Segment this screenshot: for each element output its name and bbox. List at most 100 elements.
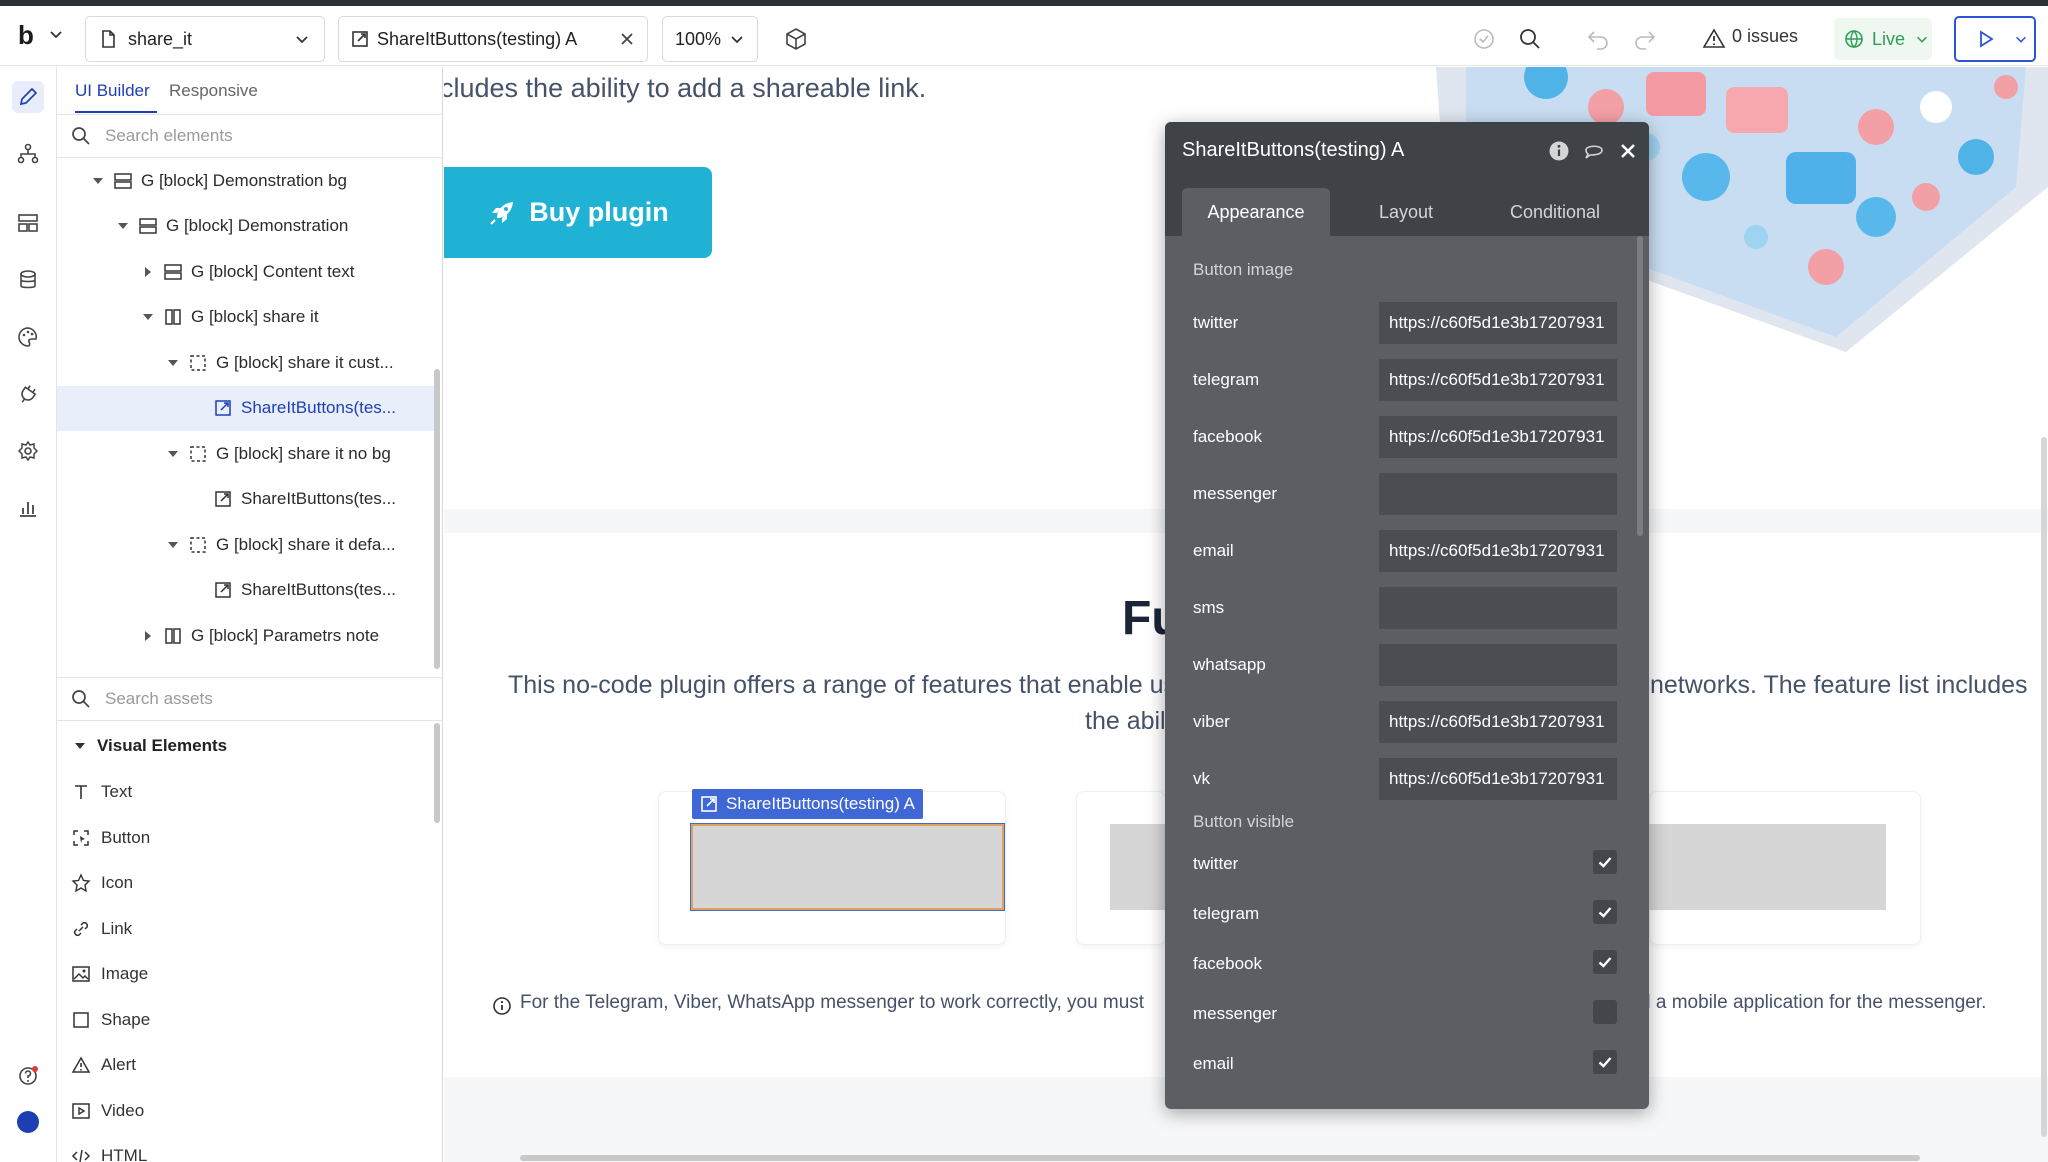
search-elements-input[interactable] <box>105 126 405 146</box>
chevron-down-icon[interactable] <box>48 26 64 42</box>
tree-item[interactable]: ShareItButtons(tes... <box>57 568 435 613</box>
button-image-input[interactable] <box>1379 416 1617 458</box>
visual-element-item[interactable]: Text <box>71 772 132 812</box>
button-image-input[interactable] <box>1379 587 1617 629</box>
property-editor: ShareItButtons(testing) A Appearance Lay… <box>1165 122 1649 1109</box>
button-visible-checkbox[interactable] <box>1593 1000 1617 1024</box>
logs-tab[interactable] <box>12 492 44 524</box>
share-buttons-no-bg[interactable] <box>1110 824 1166 910</box>
zoom-selector[interactable]: 100% <box>662 16 758 62</box>
plugins-tab[interactable] <box>12 378 44 410</box>
button-image-input[interactable] <box>1379 758 1617 800</box>
palette-icon <box>18 327 38 347</box>
tree-item[interactable]: G [block] share it defa... <box>57 522 435 567</box>
close-icon[interactable] <box>619 31 635 47</box>
tree-item[interactable]: G [block] Demonstration <box>57 204 435 249</box>
tree-item[interactable]: G [block] Parametrs note <box>57 613 435 658</box>
visual-element-item[interactable]: Icon <box>71 863 133 903</box>
visual-elements-header[interactable]: Visual Elements <box>71 726 227 766</box>
button-image-input[interactable] <box>1379 644 1617 686</box>
buy-plugin-button[interactable]: Buy plugin <box>444 167 712 258</box>
styles-tab[interactable] <box>12 321 44 353</box>
visual-element-item[interactable]: Button <box>71 818 150 858</box>
visual-element-item[interactable]: Link <box>71 909 132 949</box>
canvas-v-scrollbar[interactable] <box>2041 437 2047 1137</box>
layout-icon <box>18 214 38 232</box>
preview-button[interactable] <box>1954 16 2036 62</box>
visual-element-item[interactable]: Video <box>71 1091 144 1131</box>
editor-header[interactable]: ShareItButtons(testing) A <box>1165 122 1649 178</box>
editor-scrollbar[interactable] <box>1637 236 1643 536</box>
element-selector[interactable]: ShareItButtons(testing) A <box>338 16 648 62</box>
info-icon[interactable] <box>1548 140 1570 162</box>
caret-down-icon[interactable] <box>166 447 180 461</box>
tree-scrollbar[interactable] <box>434 369 440 669</box>
button-image-input[interactable] <box>1379 359 1617 401</box>
button-image-label: twitter <box>1193 313 1239 332</box>
tab-appearance[interactable]: Appearance <box>1182 188 1330 236</box>
visual-element-item[interactable]: Alert <box>71 1045 136 1085</box>
help-button[interactable] <box>12 1060 44 1092</box>
button-visible-checkbox[interactable] <box>1593 900 1617 924</box>
caret-down-icon[interactable] <box>166 538 180 552</box>
bubble-logo[interactable]: b <box>18 20 34 51</box>
tree-item[interactable]: ShareItButtons(tes... <box>57 385 435 431</box>
canvas-h-scrollbar[interactable] <box>520 1155 1920 1161</box>
visual-element-item[interactable]: Image <box>71 954 148 994</box>
settings-tab[interactable] <box>12 435 44 467</box>
editor-tabs: Appearance Layout Conditional <box>1165 178 1649 236</box>
tab-conditional[interactable]: Conditional <box>1481 188 1629 236</box>
tree-item[interactable]: G [block] share it no bg <box>57 431 435 476</box>
warning-icon[interactable] <box>1702 27 1726 51</box>
search-icon <box>72 127 90 145</box>
data-tab[interactable] <box>12 264 44 296</box>
issues-count[interactable]: 0 issues <box>1732 26 1798 47</box>
user-avatar[interactable] <box>12 1106 44 1138</box>
rows-icon <box>114 172 132 189</box>
redo-icon[interactable] <box>1633 27 1657 51</box>
share-buttons-custom[interactable] <box>690 823 1005 911</box>
undo-icon[interactable] <box>1586 27 1610 51</box>
button-visible-checkbox[interactable] <box>1593 1050 1617 1074</box>
button-image-input[interactable] <box>1379 302 1617 344</box>
tab-responsive[interactable]: Responsive <box>169 81 258 101</box>
tab-layout[interactable]: Layout <box>1332 188 1480 236</box>
dashed-box-icon <box>190 536 206 553</box>
tree-item[interactable]: ShareItButtons(tes... <box>57 477 435 522</box>
caret-down-icon[interactable] <box>91 174 105 188</box>
search-assets-input[interactable] <box>105 689 405 709</box>
cube-icon[interactable] <box>784 27 808 51</box>
version-selector[interactable]: Live <box>1834 18 1932 60</box>
share-buttons-default[interactable] <box>1649 824 1886 910</box>
tree-item[interactable]: G [block] share it cust... <box>57 340 435 385</box>
selected-element-label[interactable]: ShareItButtons(testing) A <box>692 789 923 819</box>
button-image-input[interactable] <box>1379 701 1617 743</box>
caret-right-icon[interactable] <box>141 265 155 279</box>
comment-icon[interactable] <box>1583 140 1605 162</box>
button-visible-checkbox[interactable] <box>1593 850 1617 874</box>
tab-ui-builder[interactable]: UI Builder <box>75 81 150 101</box>
visual-element-item[interactable]: Shape <box>71 1000 150 1040</box>
caret-down-icon[interactable] <box>141 310 155 324</box>
page-selector[interactable]: share_it <box>85 16 325 62</box>
button-image-input[interactable] <box>1379 473 1617 515</box>
elements-tab[interactable] <box>12 207 44 239</box>
visual-element-label: HTML <box>101 1146 148 1162</box>
close-icon[interactable] <box>1617 140 1639 162</box>
assets-scrollbar[interactable] <box>434 723 440 823</box>
search-icon[interactable] <box>1518 27 1542 51</box>
tree-item[interactable]: G [block] Demonstration bg <box>57 158 435 203</box>
tab-layout-label: Layout <box>1378 201 1434 222</box>
caret-down-icon[interactable] <box>166 356 180 370</box>
tree-item[interactable]: G [block] share it <box>57 295 435 340</box>
check-circle-icon[interactable] <box>1472 27 1496 51</box>
visual-element-item[interactable]: HTML <box>71 1136 147 1162</box>
design-tab[interactable] <box>12 81 44 113</box>
button-visible-checkbox[interactable] <box>1593 950 1617 974</box>
caret-right-icon[interactable] <box>141 629 155 643</box>
workflow-tab[interactable] <box>12 138 44 170</box>
tree-item[interactable]: G [block] Content text <box>57 249 435 294</box>
button-image-label: messenger <box>1193 484 1278 503</box>
caret-down-icon[interactable] <box>116 219 130 233</box>
button-image-input[interactable] <box>1379 530 1617 572</box>
